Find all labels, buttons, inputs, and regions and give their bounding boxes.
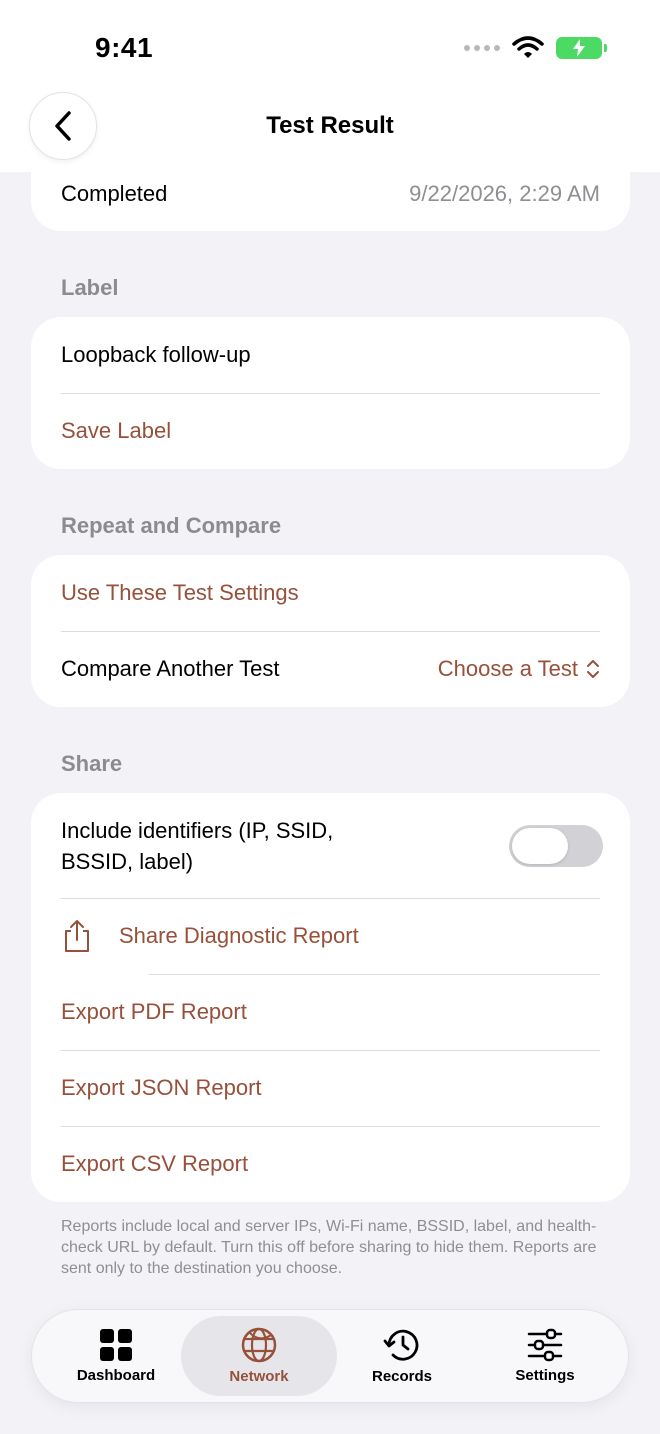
share-report-button[interactable]: Share Diagnostic Report <box>31 898 630 974</box>
use-settings-text: Use These Test Settings <box>61 580 299 605</box>
save-label-button[interactable]: Save Label <box>31 393 630 469</box>
tab-dashboard-label: Dashboard <box>76 1367 156 1384</box>
share-footnote: Reports include local and server IPs, Wi… <box>61 1218 597 1277</box>
label-field[interactable]: Loopback follow-up <box>31 317 630 393</box>
tab-records-label: Records <box>371 1368 433 1385</box>
status-indicators <box>464 36 607 60</box>
export-csv-text: Export CSV Report <box>61 1151 249 1176</box>
signal-icon <box>464 45 500 51</box>
sliders-icon <box>527 1328 563 1362</box>
repeat-card: Use These Test Settings Compare Another … <box>31 555 630 707</box>
tab-bar: Dashboard Network Records Settings <box>31 1309 629 1403</box>
battery-icon <box>556 37 607 59</box>
globe-icon <box>241 1327 277 1363</box>
tab-settings-label: Settings <box>515 1367 575 1384</box>
section-header-label: Label <box>61 275 119 300</box>
share-icon <box>65 920 89 952</box>
share-report-text: Share Diagnostic Report <box>119 923 359 948</box>
export-json-text: Export JSON Report <box>61 1075 262 1100</box>
tab-dashboard[interactable]: Dashboard <box>38 1316 194 1396</box>
section-header-share: Share <box>61 751 123 776</box>
compare-row[interactable]: Compare Another Test Choose a Test <box>31 631 630 707</box>
export-pdf-button[interactable]: Export PDF Report <box>31 974 630 1050</box>
compare-picker[interactable]: Choose a Test <box>438 656 578 682</box>
export-json-button[interactable]: Export JSON Report <box>31 1050 630 1126</box>
export-csv-button[interactable]: Export CSV Report <box>31 1126 630 1202</box>
section-header-repeat: Repeat and Compare <box>61 513 282 538</box>
chevron-up-down-icon <box>587 660 599 678</box>
tab-network[interactable]: Network <box>181 1316 337 1396</box>
include-identifiers-toggle[interactable] <box>509 824 603 867</box>
share-card: Include identifiers (IP, SSID, BSSID, la… <box>31 793 630 1202</box>
label-value: Loopback follow-up <box>61 342 251 367</box>
save-label-text: Save Label <box>61 418 172 443</box>
tab-records[interactable]: Records <box>324 1316 480 1396</box>
include-identifiers-label: Include identifiers (IP, SSID, BSSID, la… <box>61 817 334 874</box>
status-time: 9:41 <box>95 32 154 63</box>
wifi-icon <box>512 36 544 58</box>
label-card: Loopback follow-up Save Label <box>31 317 630 469</box>
grid-icon <box>100 1329 132 1361</box>
export-pdf-text: Export PDF Report <box>61 999 247 1024</box>
completed-value: 9/22/2026, 2:29 AM <box>409 181 600 206</box>
history-icon <box>383 1329 419 1361</box>
compare-label: Compare Another Test <box>61 656 280 681</box>
tab-network-label: Network <box>229 1368 289 1385</box>
tab-settings[interactable]: Settings <box>467 1316 623 1396</box>
completed-label: Completed <box>61 181 168 206</box>
use-settings-button[interactable]: Use These Test Settings <box>31 555 630 631</box>
page-title: Test Result <box>266 112 394 139</box>
toggle-knob <box>512 827 568 864</box>
navigation-header: 9:41 Test Result <box>0 0 660 172</box>
include-identifiers-row: Include identifiers (IP, SSID, BSSID, la… <box>31 793 630 898</box>
